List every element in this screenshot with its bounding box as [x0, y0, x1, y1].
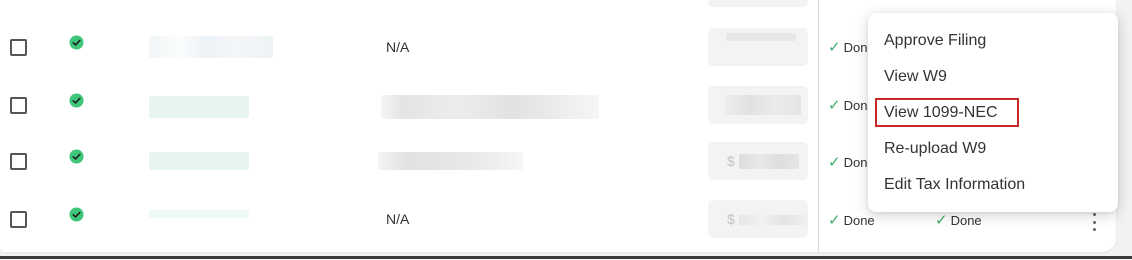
amount-field[interactable]	[708, 86, 808, 124]
row-checkbox[interactable]	[10, 39, 27, 56]
amount-field[interactable]: $	[708, 200, 808, 238]
table-row: $	[0, 136, 818, 186]
name-redacted	[149, 210, 249, 218]
check-circle-icon	[69, 93, 84, 108]
kebab-vertical-icon[interactable]	[1088, 213, 1100, 231]
checkmark-icon: ✓	[828, 154, 841, 171]
checkmark-icon: ✓	[828, 97, 841, 114]
row-checkbox[interactable]	[10, 153, 27, 170]
address-text: N/A	[386, 211, 410, 227]
currency-symbol: $	[727, 153, 735, 169]
table-row: N/A $	[0, 194, 818, 244]
menu-item-edit-tax-information[interactable]: Edit Tax Information	[884, 176, 1025, 194]
menu-item-approve-filing[interactable]: Approve Filing	[884, 32, 986, 50]
name-redacted	[149, 36, 273, 58]
bottom-border	[0, 256, 1132, 259]
status-done: ✓ Done	[828, 212, 875, 229]
name-redacted	[149, 152, 249, 170]
highlight-box	[875, 98, 1019, 127]
check-circle-icon	[69, 207, 84, 222]
checkmark-icon: ✓	[828, 39, 841, 56]
address-redacted	[381, 95, 599, 119]
table-row	[0, 80, 818, 130]
row-checkbox[interactable]	[10, 211, 27, 228]
amount-field-partial	[708, 0, 808, 7]
amount-field[interactable]	[708, 28, 808, 66]
column-divider	[818, 0, 819, 252]
table-row: N/A	[0, 22, 818, 72]
currency-symbol: $	[727, 211, 735, 227]
address-text: N/A	[386, 39, 410, 55]
status-done: ✓ Done	[935, 212, 982, 229]
amount-redacted	[725, 95, 801, 115]
check-circle-icon	[69, 35, 84, 50]
checkmark-icon: ✓	[935, 212, 948, 229]
menu-item-view-w9[interactable]: View W9	[884, 68, 947, 86]
row-checkbox[interactable]	[10, 97, 27, 114]
amount-field[interactable]: $	[708, 142, 808, 180]
amount-redacted	[739, 154, 799, 169]
amount-redacted	[739, 215, 807, 225]
menu-item-reupload-w9[interactable]: Re-upload W9	[884, 140, 986, 158]
checkmark-icon: ✓	[828, 212, 841, 229]
check-circle-icon	[69, 149, 84, 164]
address-redacted	[378, 152, 523, 170]
amount-redacted	[726, 33, 796, 41]
name-redacted	[149, 96, 249, 118]
